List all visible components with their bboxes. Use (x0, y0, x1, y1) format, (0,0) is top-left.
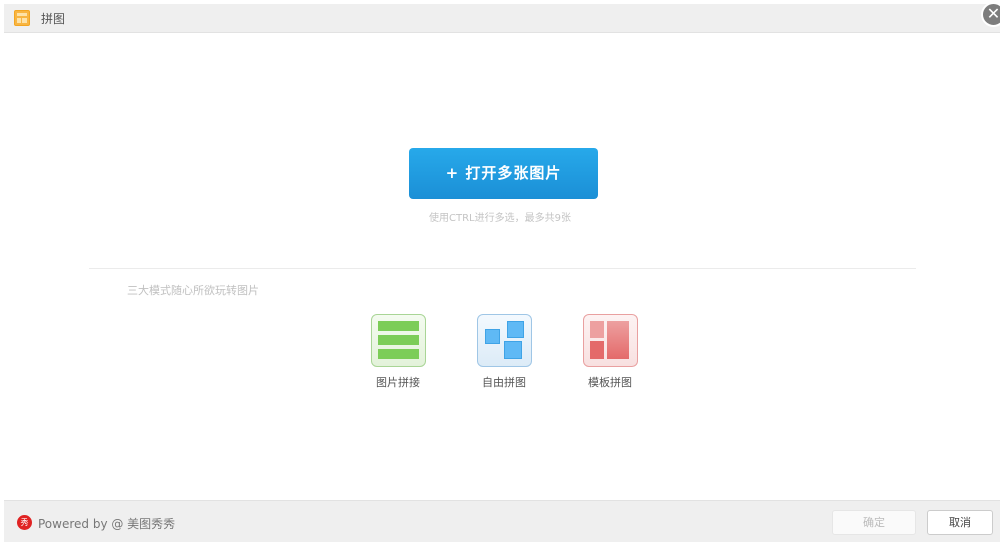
mode-label: 模板拼图 (588, 376, 632, 389)
powered-by: Powered by @ 美图秀秀 (38, 517, 176, 531)
template-collage-icon (582, 314, 638, 367)
open-images-button[interactable]: + 打开多张图片 (409, 148, 598, 199)
meitu-logo-icon: 秀 (17, 515, 32, 530)
mode-stitch[interactable]: 图片拼接 (358, 314, 438, 390)
mode-template-collage[interactable]: 模板拼图 (570, 314, 650, 390)
multi-select-hint: 使用CTRL进行多选，最多共9张 (429, 213, 571, 224)
mode-label: 图片拼接 (376, 376, 420, 389)
mode-label: 自由拼图 (482, 376, 526, 389)
mode-free-collage[interactable]: 自由拼图 (464, 314, 544, 390)
puzzle-app-icon (14, 10, 30, 26)
free-collage-icon (476, 314, 532, 367)
footer: 秀 Powered by @ 美图秀秀 确定 取消 (4, 500, 1000, 542)
title-bar: 拼图 (4, 4, 1000, 33)
modes-label: 三大模式随心所欲玩转图片 (127, 284, 259, 297)
window-title: 拼图 (41, 12, 66, 26)
close-icon[interactable]: ✕ (981, 2, 1000, 27)
divider (89, 268, 916, 269)
confirm-button[interactable]: 确定 (832, 510, 916, 535)
stitch-icon (370, 314, 426, 367)
cancel-button[interactable]: 取消 (927, 510, 993, 535)
